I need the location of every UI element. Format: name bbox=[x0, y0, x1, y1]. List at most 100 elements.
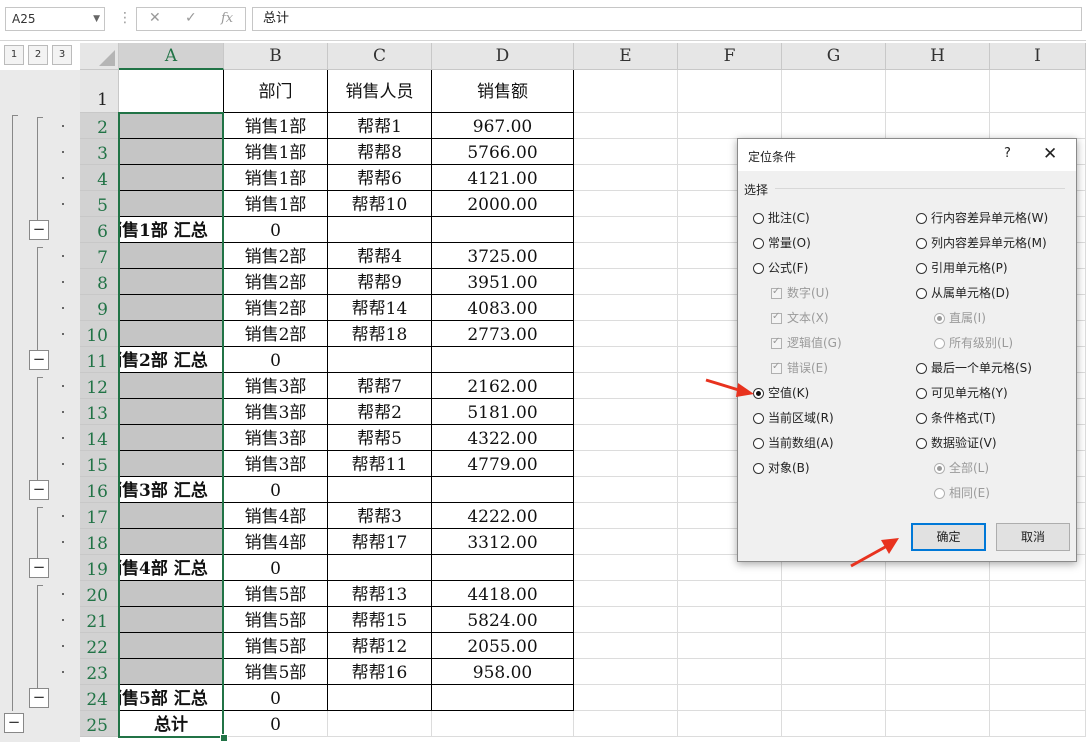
select-all-button[interactable] bbox=[80, 43, 119, 70]
empty-cell[interactable] bbox=[886, 685, 990, 711]
empty-cell[interactable] bbox=[886, 659, 990, 685]
empty-cell[interactable] bbox=[678, 581, 782, 607]
blank-cell[interactable] bbox=[119, 321, 224, 347]
row-header[interactable]: 8 bbox=[80, 269, 119, 295]
formula-input[interactable]: 总计 bbox=[252, 7, 1082, 31]
empty-cell[interactable] bbox=[990, 633, 1086, 659]
person-cell[interactable]: 帮帮15 bbox=[328, 607, 432, 633]
option-left_options-0[interactable]: 批注(C) bbox=[753, 209, 810, 226]
empty-cell[interactable] bbox=[574, 399, 678, 425]
total-value[interactable]: 0 bbox=[224, 711, 328, 737]
option-left_options-9[interactable]: 当前数组(A) bbox=[753, 434, 834, 451]
subtotal-label[interactable]: 销售5部 汇总 bbox=[119, 685, 224, 711]
outline-level-button[interactable]: 1 bbox=[4, 45, 24, 65]
blank-cell[interactable] bbox=[119, 165, 224, 191]
blank-cell[interactable] bbox=[119, 399, 224, 425]
option-right_options-0[interactable]: 行内容差异单元格(W) bbox=[916, 209, 1048, 226]
name-box[interactable]: A25 ▼ bbox=[5, 7, 105, 31]
chevron-down-icon[interactable]: ▼ bbox=[93, 8, 100, 30]
empty-cell[interactable] bbox=[782, 659, 886, 685]
empty-cell[interactable] bbox=[886, 70, 990, 113]
option-right_options-9[interactable]: 数据验证(V) bbox=[916, 434, 997, 451]
person-cell[interactable]: 帮帮8 bbox=[328, 139, 432, 165]
amount-cell[interactable]: 958.00 bbox=[432, 659, 574, 685]
check-icon[interactable]: ✓ bbox=[185, 10, 197, 26]
person-cell[interactable]: 帮帮14 bbox=[328, 295, 432, 321]
person-cell[interactable] bbox=[328, 217, 432, 243]
radio-icon[interactable] bbox=[916, 413, 927, 424]
row-header[interactable]: 10 bbox=[80, 321, 119, 347]
person-cell[interactable]: 帮帮9 bbox=[328, 269, 432, 295]
row-header[interactable]: 15 bbox=[80, 451, 119, 477]
fill-handle[interactable] bbox=[220, 734, 228, 742]
column-header-f[interactable]: F bbox=[678, 43, 782, 70]
empty-cell[interactable] bbox=[328, 711, 432, 737]
row-header[interactable]: 22 bbox=[80, 633, 119, 659]
blank-cell[interactable] bbox=[119, 425, 224, 451]
outline-level-button[interactable]: 3 bbox=[52, 45, 72, 65]
cancel-button[interactable]: 取消 bbox=[996, 523, 1070, 551]
empty-cell[interactable] bbox=[432, 711, 574, 737]
empty-cell[interactable] bbox=[678, 633, 782, 659]
radio-icon[interactable] bbox=[916, 238, 927, 249]
radio-icon[interactable] bbox=[916, 438, 927, 449]
empty-cell[interactable] bbox=[990, 113, 1086, 139]
dept-cell[interactable]: 销售1部 bbox=[224, 113, 328, 139]
empty-cell[interactable] bbox=[678, 113, 782, 139]
person-cell[interactable]: 帮帮3 bbox=[328, 503, 432, 529]
radio-icon[interactable] bbox=[753, 263, 764, 274]
blank-cell[interactable] bbox=[119, 243, 224, 269]
row-header[interactable]: 25 bbox=[80, 711, 119, 737]
empty-cell[interactable] bbox=[574, 139, 678, 165]
empty-cell[interactable] bbox=[574, 659, 678, 685]
empty-cell[interactable] bbox=[574, 633, 678, 659]
empty-cell[interactable] bbox=[886, 633, 990, 659]
header-amount[interactable]: 销售额 bbox=[432, 70, 574, 113]
dept-cell[interactable]: 销售3部 bbox=[224, 451, 328, 477]
empty-cell[interactable] bbox=[574, 685, 678, 711]
empty-cell[interactable] bbox=[678, 711, 782, 737]
row-header[interactable]: 21 bbox=[80, 607, 119, 633]
amount-cell[interactable]: 5181.00 bbox=[432, 399, 574, 425]
radio-icon[interactable] bbox=[753, 413, 764, 424]
help-icon[interactable]: ? bbox=[1004, 146, 1011, 161]
amount-cell[interactable]: 2055.00 bbox=[432, 633, 574, 659]
outline-level-button[interactable]: 2 bbox=[28, 45, 48, 65]
option-left_options-1[interactable]: 常量(O) bbox=[753, 234, 811, 251]
amount-cell[interactable]: 4083.00 bbox=[432, 295, 574, 321]
collapse-button[interactable]: − bbox=[29, 558, 49, 578]
column-header-d[interactable]: D bbox=[432, 43, 574, 70]
collapse-button[interactable]: − bbox=[29, 480, 49, 500]
subtotal-label[interactable]: 销售3部 汇总 bbox=[119, 477, 224, 503]
blank-cell[interactable] bbox=[119, 191, 224, 217]
row-header[interactable]: 7 bbox=[80, 243, 119, 269]
dept-cell[interactable]: 销售3部 bbox=[224, 399, 328, 425]
blank-cell[interactable] bbox=[119, 607, 224, 633]
empty-cell[interactable] bbox=[990, 711, 1086, 737]
dept-cell[interactable]: 0 bbox=[224, 685, 328, 711]
radio-icon[interactable] bbox=[916, 213, 927, 224]
column-header-h[interactable]: H bbox=[886, 43, 990, 70]
radio-icon[interactable] bbox=[916, 388, 927, 399]
blank-cell[interactable] bbox=[119, 113, 224, 139]
row-header[interactable]: 6 bbox=[80, 217, 119, 243]
dept-cell[interactable]: 0 bbox=[224, 555, 328, 581]
option-right_options-2[interactable]: 引用单元格(P) bbox=[916, 259, 1008, 276]
fx-icon[interactable]: fx bbox=[221, 11, 233, 26]
empty-cell[interactable] bbox=[782, 113, 886, 139]
empty-cell[interactable] bbox=[886, 581, 990, 607]
empty-cell[interactable] bbox=[886, 711, 990, 737]
drag-handle-icon[interactable]: ⋮ bbox=[118, 10, 132, 26]
empty-cell[interactable] bbox=[574, 581, 678, 607]
amount-cell[interactable]: 2000.00 bbox=[432, 191, 574, 217]
dept-cell[interactable]: 销售5部 bbox=[224, 633, 328, 659]
empty-cell[interactable] bbox=[574, 113, 678, 139]
row-header[interactable]: 14 bbox=[80, 425, 119, 451]
dept-cell[interactable]: 0 bbox=[224, 347, 328, 373]
option-left_options-2[interactable]: 公式(F) bbox=[753, 259, 808, 276]
subtotal-label[interactable]: 销售2部 汇总 bbox=[119, 347, 224, 373]
amount-cell[interactable]: 3951.00 bbox=[432, 269, 574, 295]
header-dept[interactable]: 部门 bbox=[224, 70, 328, 113]
subtotal-label[interactable]: 销售4部 汇总 bbox=[119, 555, 224, 581]
row-header[interactable]: 13 bbox=[80, 399, 119, 425]
